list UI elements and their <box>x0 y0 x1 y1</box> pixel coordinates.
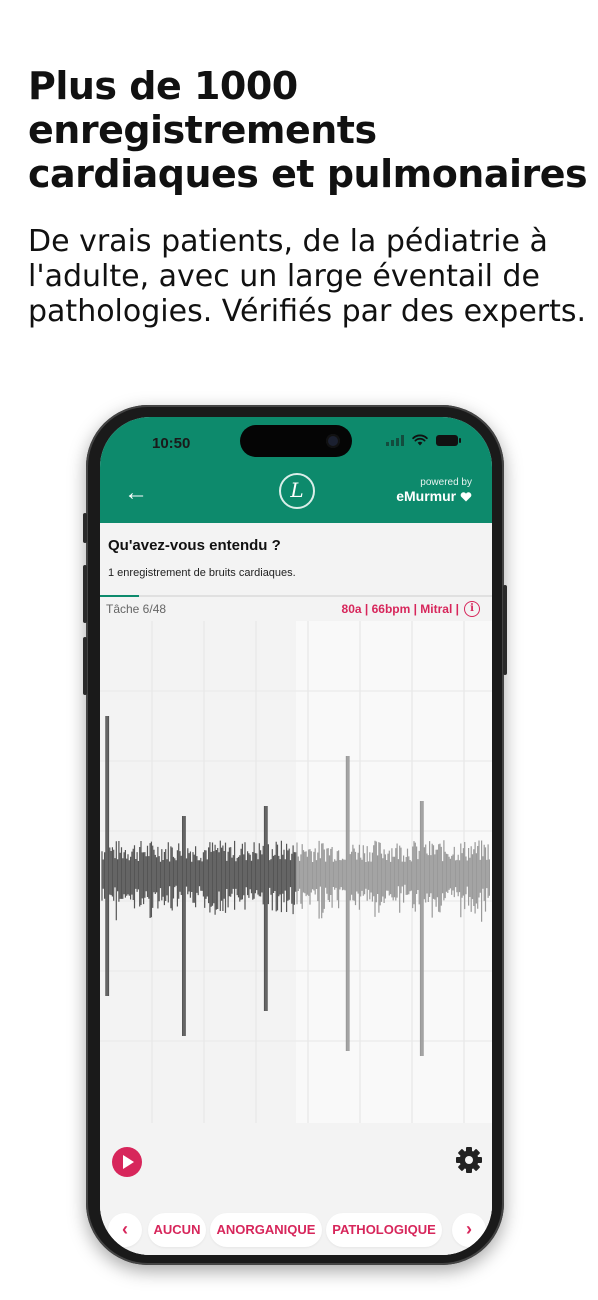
waveform-display[interactable] <box>100 621 492 1123</box>
page-headline: Plus de 1000 enregistrements cardiaques … <box>28 64 588 196</box>
answer-pathologic-button[interactable]: PATHOLOGIQUE <box>326 1213 442 1247</box>
answer-anorganic-button[interactable]: ANORGANIQUE <box>210 1213 322 1247</box>
gear-icon[interactable] <box>454 1145 484 1175</box>
recording-info: 80a | 66bpm | Mitral | i <box>342 601 480 617</box>
powered-by-label: powered by <box>420 477 472 488</box>
status-bar: 10:50 <box>100 417 492 465</box>
question-subtitle: 1 enregistrement de bruits cardiaques. <box>108 567 296 579</box>
waveform-played-segment <box>101 716 297 1036</box>
camera-icon <box>326 434 340 448</box>
app-logo: L <box>279 473 315 509</box>
back-arrow-icon[interactable]: ← <box>124 477 148 509</box>
status-time: 10:50 <box>152 435 191 452</box>
question-title: Qu'avez-vous entendu ? <box>108 537 281 554</box>
task-progress-bar <box>100 595 492 597</box>
status-icons <box>386 434 461 446</box>
answer-none-button[interactable]: AUCUN <box>148 1213 206 1247</box>
phone-screen: 10:50 ← L powered by eMurmur Qu'avez-vou… <box>100 417 492 1255</box>
task-progress-fill <box>100 595 140 597</box>
answer-bar: ‹ AUCUN ANORGANIQUE PATHOLOGIQUE › <box>100 1203 492 1255</box>
wifi-icon <box>412 434 428 446</box>
play-button[interactable] <box>112 1147 142 1177</box>
app-bar: ← L powered by eMurmur <box>100 465 492 523</box>
powered-by-badge: powered by eMurmur <box>396 477 472 504</box>
phonocardiogram-waveform <box>100 621 492 1123</box>
page-subheadline: De vrais patients, de la pédiatrie à l'a… <box>28 224 587 329</box>
brand-name: eMurmur <box>396 488 472 504</box>
battery-icon <box>436 434 461 446</box>
signal-icon <box>386 434 404 446</box>
task-counter: Tâche 6/48 <box>106 602 167 616</box>
phone-mockup: 10:50 ← L powered by eMurmur Qu'avez-vou… <box>83 405 507 1265</box>
next-chevron-icon[interactable]: › <box>452 1213 486 1247</box>
dynamic-island <box>240 425 352 457</box>
heart-icon <box>460 492 472 502</box>
recording-meta-text: 80a | 66bpm | Mitral | <box>341 602 459 616</box>
previous-chevron-icon[interactable]: ‹ <box>108 1213 142 1247</box>
main-content: Qu'avez-vous entendu ? 1 enregistrement … <box>100 523 492 1255</box>
info-icon[interactable]: i <box>464 601 480 617</box>
